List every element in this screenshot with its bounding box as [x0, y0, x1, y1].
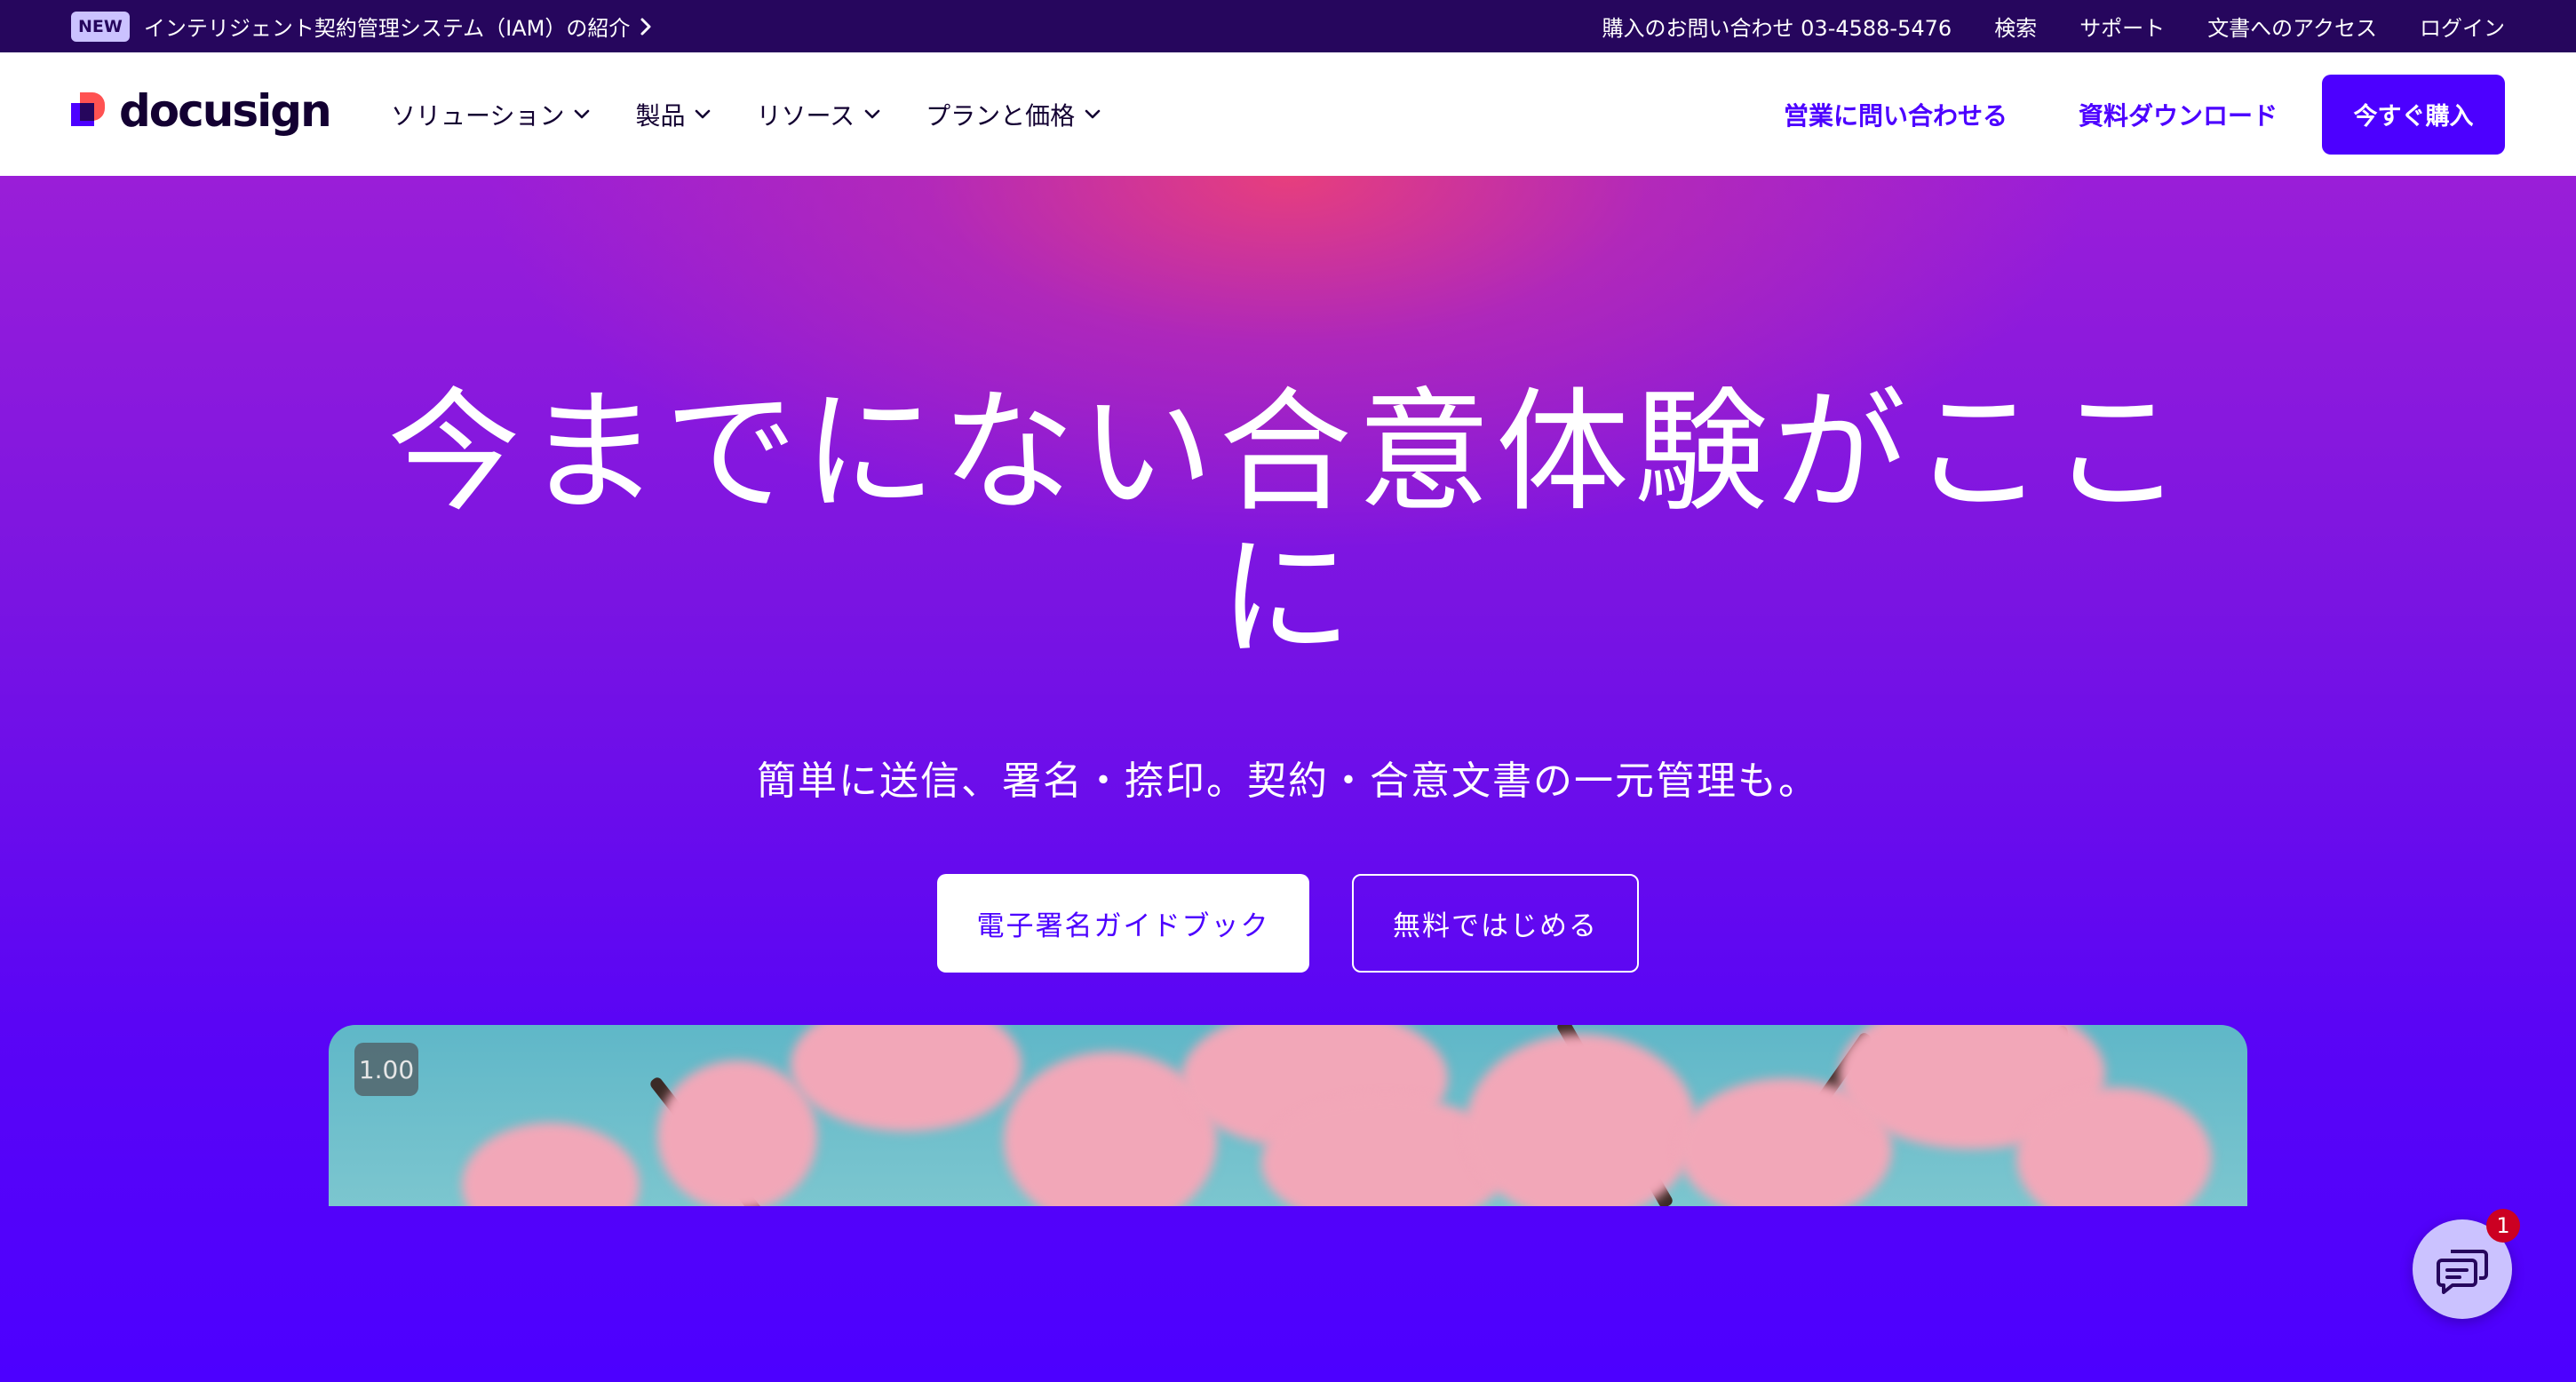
nav-menu: ソリューション 製品 リソース プランと価格 [391, 52, 1101, 176]
nav-item-products[interactable]: 製品 [635, 97, 712, 132]
chevron-right-icon [640, 18, 651, 35]
nav-item-label: リソース [756, 100, 855, 131]
nav-item-resources[interactable]: リソース [756, 97, 881, 132]
free-trial-button[interactable]: 無料ではじめる [1352, 874, 1639, 973]
chevron-down-icon [575, 109, 590, 118]
chat-icon [2437, 1250, 2488, 1294]
video-frame-blossom [657, 1060, 817, 1206]
chevron-down-icon [1085, 109, 1101, 118]
top-announcement-bar: NEW インテリジェント契約管理システム（IAM）の紹介 購入のお問い合わせ 0… [0, 0, 2576, 52]
promo-link[interactable]: NEW インテリジェント契約管理システム（IAM）の紹介 [71, 10, 653, 43]
promo-text: インテリジェント契約管理システム（IAM）の紹介 [143, 16, 631, 41]
nav-item-label: ソリューション [391, 100, 565, 131]
new-badge: NEW [71, 11, 130, 42]
docusign-logo[interactable]: docusign [71, 85, 332, 137]
video-frame-blossom [1466, 1034, 1697, 1206]
main-navigation: docusign ソリューション 製品 リソース プランと価格 営業に問い合わせ… [0, 52, 2576, 176]
video-frame-blossom [791, 1025, 1022, 1132]
nav-item-solutions[interactable]: ソリューション [391, 97, 591, 132]
hero-subheading: 簡単に送信、署名・捺印。契約・合意文書の一元管理も。 [757, 759, 1819, 804]
download-resources-link[interactable]: 資料ダウンロード [2079, 97, 2278, 132]
guidebook-button[interactable]: 電子署名ガイドブック [937, 874, 1309, 973]
contact-sales-link[interactable]: 営業に問い合わせる [1784, 97, 2008, 132]
utility-links: 購入のお問い合わせ 03-4588-5476 検索 サポート 文書へのアクセス … [1602, 0, 2505, 52]
logo-wordmark: docusign [119, 85, 332, 137]
hero-headline: 今までにない合意体験がここ に [355, 380, 2221, 671]
chevron-down-icon [864, 109, 880, 118]
hero-video[interactable]: 1.00 [329, 1025, 2247, 1206]
search-link[interactable]: 検索 [1994, 11, 2037, 42]
nav-item-pricing[interactable]: プランと価格 [926, 97, 1101, 132]
buy-now-button[interactable]: 今すぐ購入 [2322, 74, 2505, 155]
nav-actions: 営業に問い合わせる 資料ダウンロード 今すぐ購入 [1784, 52, 2505, 176]
document-access-link[interactable]: 文書へのアクセス [2207, 11, 2377, 42]
nav-item-label: 製品 [635, 100, 686, 131]
nav-item-label: プランと価格 [926, 100, 1076, 131]
logo-mark-icon [71, 92, 108, 130]
sales-phone-link[interactable]: 購入のお問い合わせ 03-4588-5476 [1602, 11, 1952, 42]
chevron-down-icon [696, 109, 711, 118]
chat-notification-badge: 1 [2486, 1209, 2520, 1243]
support-link[interactable]: サポート [2079, 11, 2165, 42]
playback-speed-label[interactable]: 1.00 [354, 1043, 418, 1096]
login-link[interactable]: ログイン [2420, 11, 2505, 42]
video-frame-blossom [462, 1123, 640, 1206]
hero-headline-line-1: 今までにない合意体験がここ [386, 376, 2189, 530]
hero-headline-line-2: に [1218, 521, 1357, 676]
